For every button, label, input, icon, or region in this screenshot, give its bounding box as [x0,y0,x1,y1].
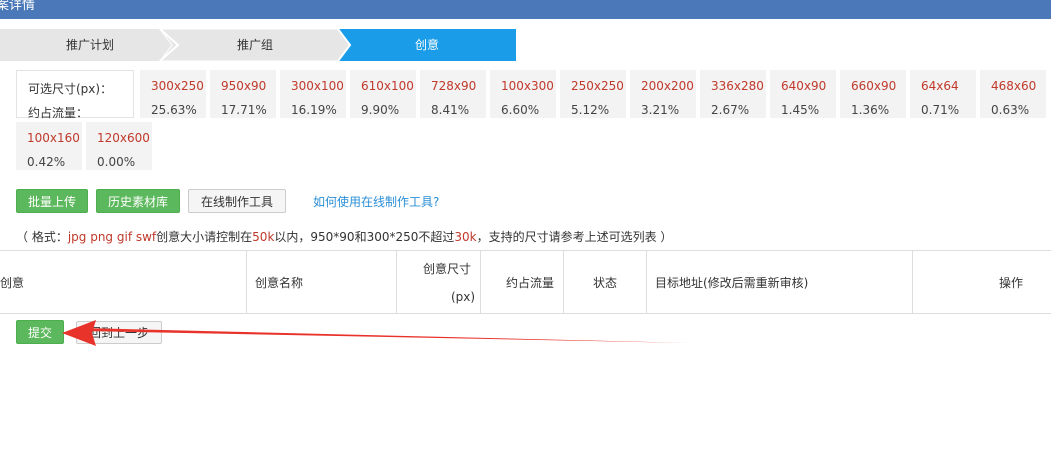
size-value: 200x200 [641,79,694,93]
history-library-button[interactable]: 历史素材库 [96,189,180,213]
size-option: 640x90 1.45% [770,70,836,118]
col-size-unit: (px) [451,290,476,304]
submit-button[interactable]: 提交 [16,320,64,344]
back-button[interactable]: 回到上一步 [76,321,162,344]
size-value: 300x100 [291,79,344,93]
size-option: 200x200 3.21% [630,70,696,118]
size-option: 300x250 25.63% [140,70,206,118]
size-value: 640x90 [781,79,827,93]
size-header-cell: 可选尺寸(px)： 约占流量： [16,70,134,120]
col-size-label: 创意尺寸 [423,262,472,276]
step-creative[interactable]: 创意 [338,29,516,61]
size-value: 300x250 [151,79,204,93]
col-traffic: 约占流量 [481,251,564,313]
size-option: 100x300 6.60% [490,70,556,118]
note-limit: 50k [252,230,275,244]
traffic-value: 0.42% [27,155,66,169]
top-header-bar: 案详情 [0,0,1051,19]
size-value: 610x100 [361,79,414,93]
note-formats: jpg png gif swf [67,230,157,244]
traffic-value: 8.41% [431,103,470,117]
online-tool-button[interactable]: 在线制作工具 [188,189,286,213]
size-option: 950x90 17.71% [210,70,276,118]
batch-upload-button[interactable]: 批量上传 [16,189,88,213]
size-value: 64x64 [921,79,959,93]
traffic-value: 2.67% [711,103,750,117]
step-campaign-plan[interactable]: 推广计划 [0,29,180,61]
size-option: 468x60 0.63% [980,70,1046,118]
size-value: 660x90 [851,79,897,93]
note-limit: 30k [454,230,477,244]
size-option: 336x280 2.67% [700,70,766,118]
traffic-value: 0.00% [97,155,136,169]
col-creative-label: 创意 [0,276,25,290]
traffic-value: 5.12% [571,103,610,117]
size-label: 可选尺寸(px)： [28,82,113,96]
traffic-value: 0.63% [991,103,1030,117]
size-value: 468x60 [991,79,1037,93]
size-value: 950x90 [221,79,267,93]
size-value: 100x300 [501,79,554,93]
col-creative: 创意 [0,251,247,313]
size-value: 336x280 [711,79,764,93]
step-breadcrumb: 推广计划 推广组 创意 [0,29,520,61]
col-status: 状态 [564,251,647,313]
col-target: 目标地址(修改后需重新审核) [647,251,913,313]
step-ad-group[interactable]: 推广组 [160,29,350,61]
col-action-label: 操作 [999,276,1024,290]
note-text: 以内，950*90和300*250不超过 [274,230,455,244]
size-value: 120x600 [97,131,150,145]
size-option: 610x100 9.90% [350,70,416,118]
note-text: ，支持的尺寸请参考上述可选列表 ） [476,230,673,244]
col-action: 操作 [913,251,1050,313]
traffic-label: 约占流量： [28,106,89,120]
page-title: 案详情 [0,0,36,13]
traffic-value: 16.19% [291,103,337,117]
size-value: 728x90 [431,79,477,93]
col-size: 创意尺寸 (px) [397,251,481,313]
col-name-label: 创意名称 [255,276,304,290]
traffic-value: 25.63% [151,103,197,117]
traffic-value: 1.36% [851,103,890,117]
col-name: 创意名称 [247,251,397,313]
col-target-label: 目标地址(修改后需重新审核) [655,276,809,290]
size-option: 728x90 8.41% [420,70,486,118]
traffic-value: 0.71% [921,103,960,117]
traffic-value: 3.21% [641,103,680,117]
size-option: 300x100 16.19% [280,70,346,118]
traffic-value: 1.45% [781,103,820,117]
online-tool-help-link[interactable]: 如何使用在线制作工具? [313,193,439,210]
size-option: 64x64 0.71% [910,70,976,118]
traffic-value: 6.60% [501,103,540,117]
size-value: 100x160 [27,131,80,145]
format-note: （ 格式：jpg png gif swf创意大小请控制在50k以内，950*90… [16,228,672,245]
size-option: 660x90 1.36% [840,70,906,118]
note-text: （ 格式： [16,230,68,244]
col-traffic-label: 约占流量 [506,276,555,290]
traffic-value: 17.71% [221,103,267,117]
note-text: 创意大小请控制在 [156,230,253,244]
size-option: 250x250 5.12% [560,70,626,118]
col-status-label: 状态 [593,276,618,290]
creative-table-header: 创意 创意名称 创意尺寸 (px) 约占流量 状态 目标地址(修改后需重新审核)… [0,250,1051,314]
traffic-value: 9.90% [361,103,400,117]
size-value: 250x250 [571,79,624,93]
size-option: 120x600 0.00% [86,122,152,170]
size-option: 100x160 0.42% [16,122,82,170]
